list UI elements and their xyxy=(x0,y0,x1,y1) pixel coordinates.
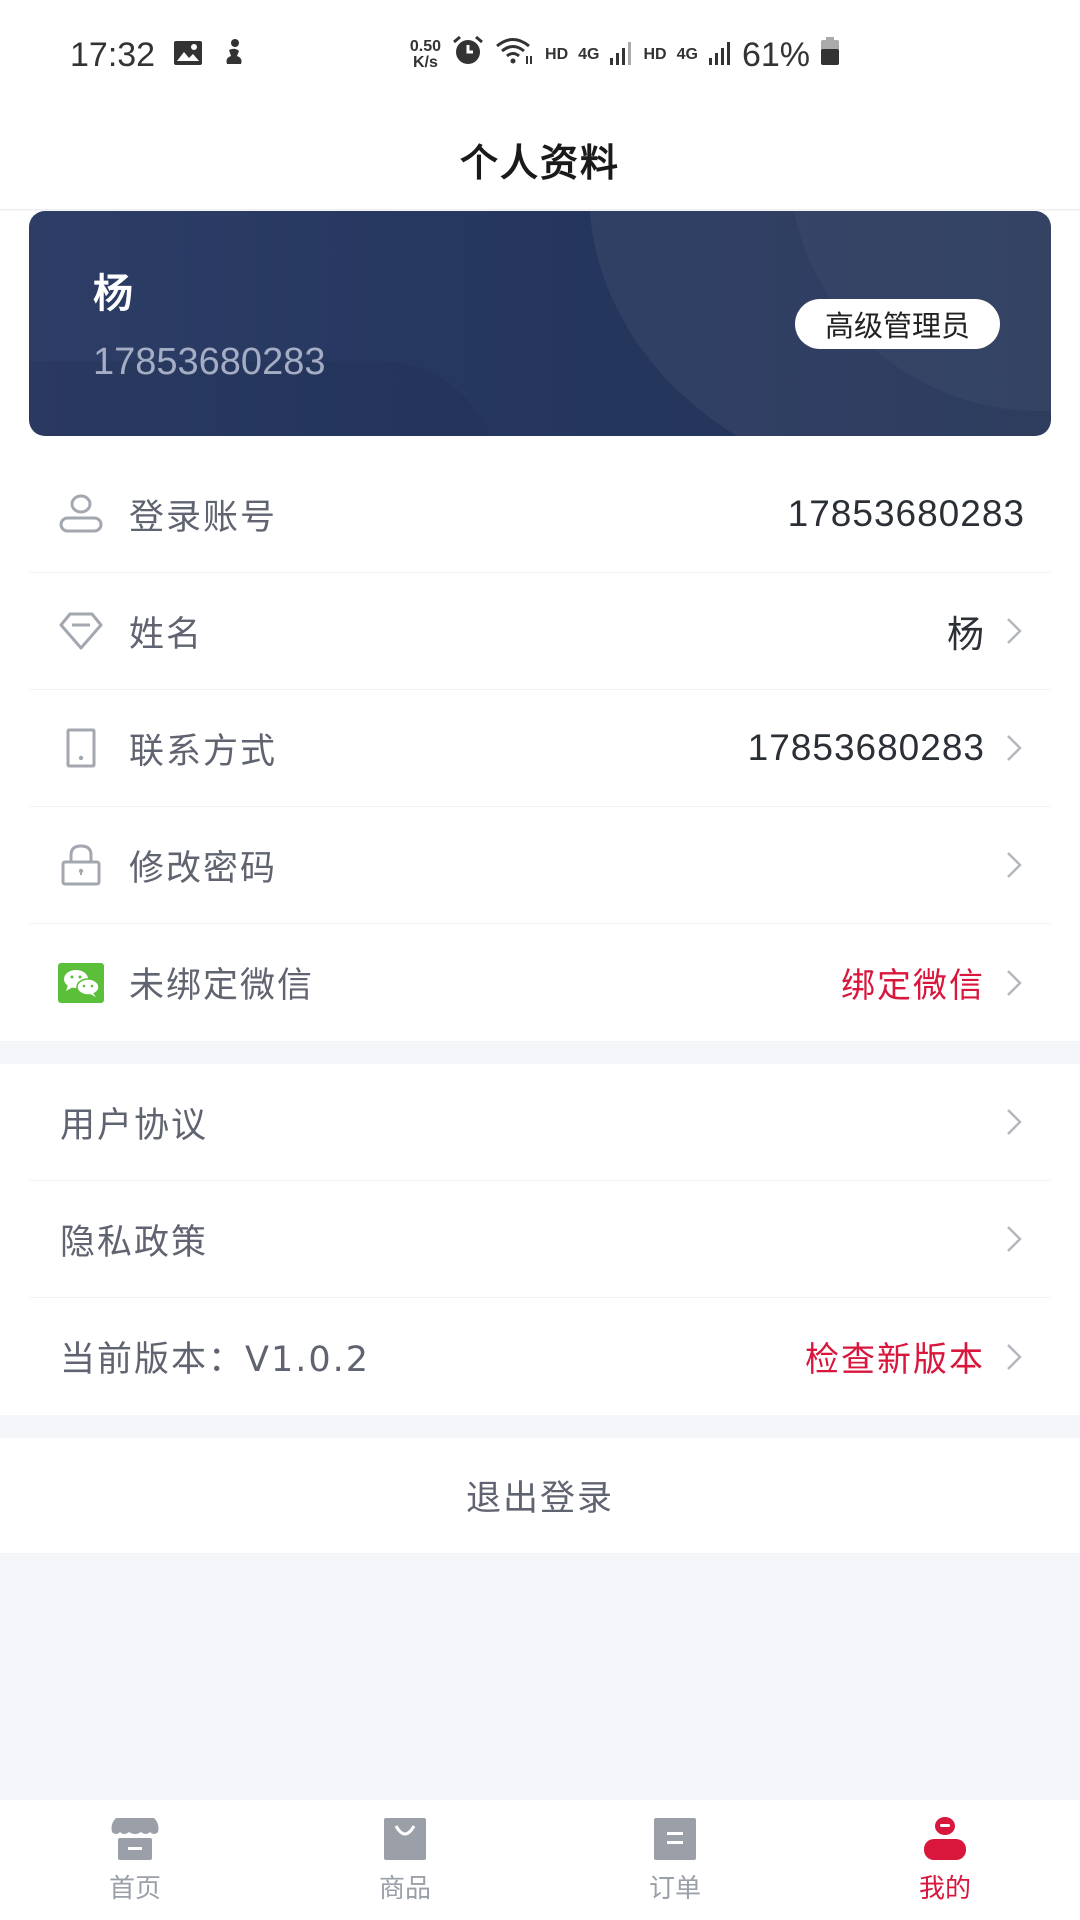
chevron-right-icon xyxy=(1005,1342,1025,1372)
app-info-list: 用户协议 隐私政策 当前版本：V1.0.2 检查新版本 xyxy=(0,1064,1080,1415)
chevron-right-icon xyxy=(1005,733,1025,763)
wechat-icon xyxy=(57,959,105,1007)
page-title: 个人资料 xyxy=(459,141,620,185)
profile-card-wrapper: 杨 17853680283 高级管理员 xyxy=(0,211,1080,456)
login-account-row: 登录账号 17853680283 xyxy=(29,456,1051,573)
row-label: 联系方式 xyxy=(129,731,278,772)
chevron-right-icon xyxy=(1005,1224,1025,1254)
logout-button[interactable]: 退出登录 xyxy=(0,1438,1080,1553)
account-settings-list: 登录账号 17853680283 姓名 杨 联系方式 17853680283 修… xyxy=(0,456,1080,1041)
version-label: 当前版本：V1.0.2 xyxy=(60,1340,370,1380)
chevron-right-icon xyxy=(1005,616,1025,646)
name-row[interactable]: 姓名 杨 xyxy=(29,573,1051,690)
store-icon xyxy=(110,1816,160,1862)
bottom-tab-bar: 首页 商品 订单 我的 xyxy=(0,1800,1080,1920)
tab-orders[interactable]: 订单 xyxy=(540,1816,810,1905)
network-speed: 0.50 K/s xyxy=(410,39,441,71)
hd-indicator-1: HD xyxy=(545,46,569,63)
user-agreement-row[interactable]: 用户协议 xyxy=(29,1064,1051,1181)
profile-card: 杨 17853680283 高级管理员 xyxy=(29,211,1051,436)
bag-icon xyxy=(380,1816,430,1862)
row-label: 登录账号 xyxy=(129,497,278,538)
chevron-right-icon xyxy=(1005,1107,1025,1137)
page-content: 杨 17853680283 高级管理员 登录账号 17853680283 姓名 … xyxy=(0,211,1080,1553)
contact-row[interactable]: 联系方式 17853680283 xyxy=(29,690,1051,807)
tab-label: 商品 xyxy=(378,1873,431,1904)
image-notification-icon xyxy=(173,36,203,75)
row-label: 修改密码 xyxy=(129,848,278,889)
network-speed-unit: K/s xyxy=(413,54,438,71)
battery-percent: 61% xyxy=(741,35,810,74)
network-type-1: 4G xyxy=(578,46,600,63)
battery-icon xyxy=(820,36,840,75)
chevron-right-icon xyxy=(1005,850,1025,880)
change-password-row[interactable]: 修改密码 xyxy=(29,807,1051,924)
signal-icon-1 xyxy=(609,36,633,75)
profile-phone: 17853680283 xyxy=(93,341,326,383)
user-icon xyxy=(57,490,105,538)
phone-icon xyxy=(57,724,105,772)
diamond-icon xyxy=(57,607,105,655)
login-account-value: 17853680283 xyxy=(787,493,1025,534)
alarm-icon xyxy=(451,35,485,76)
section-divider xyxy=(0,1415,1080,1438)
role-badge: 高级管理员 xyxy=(794,299,1000,349)
tab-mine[interactable]: 我的 xyxy=(810,1816,1080,1905)
check-update-link[interactable]: 检查新版本 xyxy=(805,1332,985,1381)
status-time: 17:32 xyxy=(70,35,156,74)
signal-icon-2 xyxy=(708,36,732,75)
row-label: 用户协议 xyxy=(60,1105,209,1146)
tab-home[interactable]: 首页 xyxy=(0,1816,270,1905)
version-row[interactable]: 当前版本：V1.0.2 检查新版本 xyxy=(29,1298,1051,1415)
status-bar: 17:32 0.50 K/s HD 4G HD 4G 61% xyxy=(0,0,1080,110)
row-label: 未绑定微信 xyxy=(129,966,315,1006)
chevron-right-icon xyxy=(1005,968,1025,998)
tab-label: 订单 xyxy=(648,1873,701,1904)
bind-wechat-link[interactable]: 绑定微信 xyxy=(841,958,985,1007)
row-label: 姓名 xyxy=(129,614,204,655)
name-value: 杨 xyxy=(947,614,985,655)
profile-icon xyxy=(920,1816,970,1862)
privacy-policy-row[interactable]: 隐私政策 xyxy=(29,1181,1051,1298)
tab-products[interactable]: 商品 xyxy=(270,1816,540,1905)
hd-indicator-2: HD xyxy=(643,46,667,63)
wifi-icon xyxy=(495,36,535,75)
tab-label: 首页 xyxy=(108,1873,161,1904)
lock-icon xyxy=(57,841,105,889)
network-type-2: 4G xyxy=(676,46,698,63)
contact-value: 17853680283 xyxy=(747,727,985,768)
wechat-bind-row[interactable]: 未绑定微信 绑定微信 xyxy=(29,924,1051,1041)
tab-label: 我的 xyxy=(918,1873,971,1904)
app-notification-icon xyxy=(221,36,247,75)
order-icon xyxy=(650,1816,700,1862)
section-divider xyxy=(0,1041,1080,1064)
row-label: 隐私政策 xyxy=(60,1222,209,1263)
nav-bar: 个人资料 xyxy=(0,110,1080,210)
network-speed-value: 0.50 xyxy=(409,38,442,55)
profile-name: 杨 xyxy=(93,271,133,317)
